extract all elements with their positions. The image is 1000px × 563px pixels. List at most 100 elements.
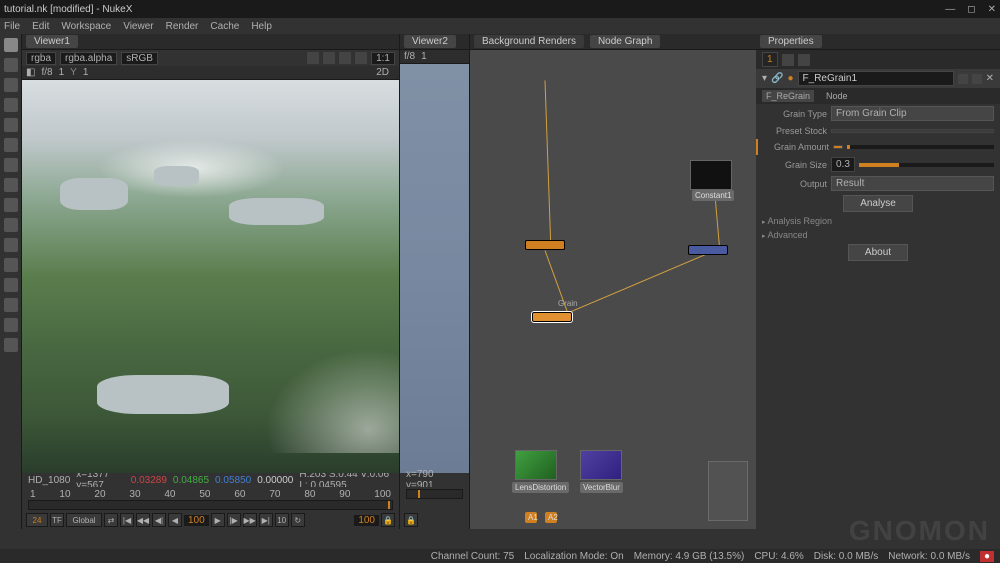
- tf-toggle[interactable]: TF: [50, 513, 64, 527]
- tool-extra-icon[interactable]: [4, 338, 18, 352]
- wipe-icon[interactable]: [307, 52, 319, 64]
- tool-meta-icon[interactable]: [4, 258, 18, 272]
- play-back-icon[interactable]: ◀: [168, 513, 182, 527]
- tool-filter-icon[interactable]: [4, 98, 18, 112]
- vector-thumb[interactable]: [580, 450, 622, 480]
- props-count[interactable]: 1: [762, 52, 778, 67]
- subtab-node[interactable]: Node: [822, 90, 852, 102]
- lock-props-icon[interactable]: [798, 54, 810, 66]
- tool-other-icon[interactable]: [4, 278, 18, 292]
- menu-workspace[interactable]: Workspace: [61, 21, 111, 32]
- viewer2-tab[interactable]: Viewer2: [404, 35, 456, 48]
- roi-icon[interactable]: [323, 52, 335, 64]
- menu-cache[interactable]: Cache: [210, 21, 239, 32]
- output-select[interactable]: Result: [831, 176, 994, 191]
- fval-input[interactable]: 1: [59, 67, 65, 78]
- gamma-input[interactable]: 1: [83, 67, 89, 78]
- alpha-select[interactable]: rgba.alpha: [60, 52, 117, 65]
- switch-node[interactable]: [688, 245, 728, 255]
- minimap[interactable]: [708, 461, 748, 521]
- current-frame[interactable]: 100: [184, 515, 209, 526]
- clip-icon[interactable]: ◧: [26, 67, 35, 78]
- menu-help[interactable]: Help: [251, 21, 272, 32]
- tool-views-icon[interactable]: [4, 238, 18, 252]
- node-undo-icon[interactable]: [958, 74, 968, 84]
- menu-file[interactable]: File: [4, 21, 20, 32]
- preset-stock-label: Preset Stock: [762, 126, 827, 136]
- fps-value[interactable]: 24: [26, 513, 48, 527]
- next-key-icon[interactable]: ▶▶: [243, 513, 257, 527]
- v2-fstop[interactable]: f/8: [404, 51, 415, 62]
- sync-icon[interactable]: ⇄: [104, 513, 118, 527]
- grain-type-select[interactable]: From Grain Clip: [831, 106, 994, 121]
- viewer1-canvas[interactable]: [22, 80, 399, 473]
- viewer2-canvas[interactable]: [400, 64, 469, 473]
- tool-keyer-icon[interactable]: [4, 118, 18, 132]
- node-close-icon[interactable]: ✕: [986, 73, 994, 84]
- grain-size-input[interactable]: 0.3: [831, 157, 855, 172]
- a2-dot[interactable]: A2: [545, 512, 557, 523]
- node-name-input[interactable]: [798, 71, 954, 86]
- advanced-group[interactable]: Advanced: [756, 228, 1000, 242]
- zoom-ratio[interactable]: 1:1: [371, 52, 395, 65]
- minimize-icon[interactable]: —: [945, 4, 955, 15]
- menu-render[interactable]: Render: [166, 21, 199, 32]
- pause-icon[interactable]: [355, 52, 367, 64]
- tool-select-icon[interactable]: [4, 38, 18, 52]
- about-button[interactable]: About: [848, 244, 908, 261]
- lens-thumb[interactable]: [515, 450, 557, 480]
- node-graph-tab[interactable]: Node Graph: [590, 35, 660, 48]
- grain-amount-slider[interactable]: [847, 145, 994, 149]
- play-fwd-icon[interactable]: ▶: [211, 513, 225, 527]
- menu-viewer[interactable]: Viewer: [123, 21, 153, 32]
- bg-renders-tab[interactable]: Background Renders: [474, 35, 584, 48]
- node-link-icon[interactable]: 🔗: [771, 73, 783, 84]
- scope-select[interactable]: Global: [66, 513, 102, 527]
- step-size[interactable]: 10: [275, 513, 289, 527]
- v2-lock-icon[interactable]: 🔒: [404, 513, 418, 527]
- tool-plugin-icon[interactable]: [4, 318, 18, 332]
- tool-furnace-icon[interactable]: [4, 298, 18, 312]
- maximize-icon[interactable]: ◻: [967, 4, 975, 15]
- menu-edit[interactable]: Edit: [32, 21, 49, 32]
- grain-size-slider[interactable]: [859, 163, 994, 167]
- clear-props-icon[interactable]: [782, 54, 794, 66]
- last-frame-icon[interactable]: ▶|: [259, 513, 273, 527]
- constant-thumb[interactable]: [690, 160, 732, 190]
- refresh-icon[interactable]: [339, 52, 351, 64]
- tool-transform-icon[interactable]: [4, 158, 18, 172]
- node-collapse-icon[interactable]: ▾: [762, 73, 767, 84]
- grain-amount-input[interactable]: [833, 145, 843, 149]
- v2-fval[interactable]: 1: [421, 51, 427, 62]
- subtab-regrain[interactable]: F_ReGrain: [762, 90, 814, 102]
- tool-particles-icon[interactable]: [4, 198, 18, 212]
- tool-merge-icon[interactable]: [4, 138, 18, 152]
- channel-select[interactable]: rgba: [26, 52, 56, 65]
- close-icon[interactable]: ✕: [988, 4, 996, 15]
- viewer1-tab[interactable]: Viewer1: [26, 35, 78, 48]
- view-mode[interactable]: 2D: [376, 67, 389, 78]
- regrain-node[interactable]: [532, 312, 572, 322]
- first-frame-icon[interactable]: |◀: [120, 513, 134, 527]
- a1-dot[interactable]: A1: [525, 512, 537, 523]
- node-redo-icon[interactable]: [972, 74, 982, 84]
- step-back-icon[interactable]: ◀|: [152, 513, 166, 527]
- node-graph[interactable]: Constant1 Grain LensDistortion VectorBlu…: [470, 50, 756, 529]
- loop-icon[interactable]: ↻: [291, 513, 305, 527]
- analyse-button[interactable]: Analyse: [843, 195, 913, 212]
- fstop-select[interactable]: f/8: [41, 67, 52, 78]
- prev-key-icon[interactable]: ◀◀: [136, 513, 150, 527]
- read-node[interactable]: [525, 240, 565, 250]
- properties-tab[interactable]: Properties: [760, 35, 822, 48]
- tool-color-icon[interactable]: [4, 58, 18, 72]
- preset-stock-select[interactable]: [831, 129, 994, 133]
- lock-icon[interactable]: 🔒: [381, 513, 395, 527]
- timeline[interactable]: 1102030405060708090100: [22, 487, 399, 511]
- end-frame[interactable]: 100: [354, 515, 379, 526]
- step-fwd-icon[interactable]: |▶: [227, 513, 241, 527]
- tool-3d-icon[interactable]: [4, 178, 18, 192]
- analysis-region-group[interactable]: Analysis Region: [756, 214, 1000, 228]
- tool-deep-icon[interactable]: [4, 218, 18, 232]
- colorspace-select[interactable]: sRGB: [121, 52, 158, 65]
- tool-channel-icon[interactable]: [4, 78, 18, 92]
